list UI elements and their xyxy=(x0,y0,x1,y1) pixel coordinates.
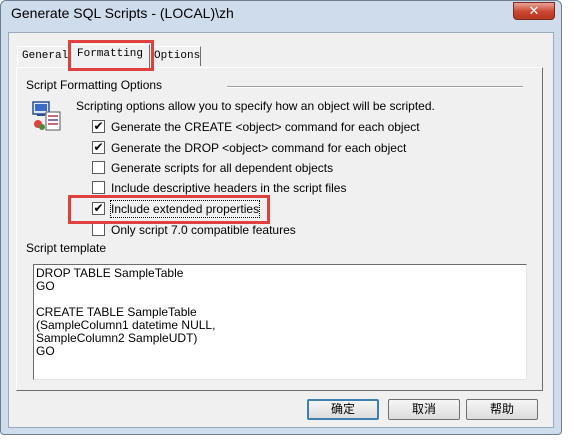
option-label: Generate the DROP <object> command for e… xyxy=(111,141,407,155)
window-title: Generate SQL Scripts - (LOCAL)\zh xyxy=(11,5,234,21)
checkbox-extended-properties[interactable]: ✔ xyxy=(92,202,105,215)
section-divider xyxy=(227,86,523,88)
checkbox-dependent-objects[interactable] xyxy=(92,161,105,174)
checkbox-sql70-compatible[interactable] xyxy=(92,223,105,236)
checkbox-generate-drop[interactable]: ✔ xyxy=(92,141,105,154)
option-label: Generate scripts for all dependent objec… xyxy=(111,161,334,175)
option-label: Generate the CREATE <object> command for… xyxy=(111,120,420,134)
tab-formatting[interactable]: Formatting xyxy=(72,44,150,68)
template-line: SampleColumn2 SampleUDT) xyxy=(36,331,198,345)
template-line: DROP TABLE SampleTable xyxy=(36,266,184,280)
dialog-body: General Formatting Options Script Format… xyxy=(8,32,554,428)
section-title: Script Formatting Options xyxy=(26,78,163,92)
close-icon: ✕ xyxy=(528,3,540,18)
tab-options[interactable]: Options xyxy=(149,46,201,66)
checkbox-generate-create[interactable]: ✔ xyxy=(92,120,105,133)
ok-button[interactable]: 确定 xyxy=(307,399,379,420)
tab-formatting-label: Formatting xyxy=(77,48,144,60)
dialog-window: Generate SQL Scripts - (LOCAL)\zh ✕ Gene… xyxy=(0,0,562,435)
checkbox-descriptive-headers[interactable] xyxy=(92,181,105,194)
tab-options-label: Options xyxy=(154,50,201,62)
tab-general-label: General xyxy=(22,50,69,62)
close-button[interactable]: ✕ xyxy=(513,2,555,20)
option-label: Include descriptive headers in the scrip… xyxy=(111,181,347,195)
tab-general[interactable]: General xyxy=(17,46,71,66)
template-line: GO xyxy=(36,279,55,293)
template-line: GO xyxy=(36,344,55,358)
script-template-textbox[interactable]: DROP TABLE SampleTable GO CREATE TABLE S… xyxy=(33,264,527,380)
template-label: Script template xyxy=(26,241,107,255)
options-description: Scripting options allow you to specify h… xyxy=(76,99,435,113)
title-bar[interactable]: Generate SQL Scripts - (LOCAL)\zh ✕ xyxy=(1,1,561,29)
cancel-button[interactable]: 取消 xyxy=(388,399,460,420)
script-document-icon xyxy=(32,101,61,131)
help-button[interactable]: 帮助 xyxy=(466,399,538,420)
option-label: Only script 7.0 compatible features xyxy=(111,223,296,237)
option-label: Include extended properties xyxy=(109,200,261,218)
